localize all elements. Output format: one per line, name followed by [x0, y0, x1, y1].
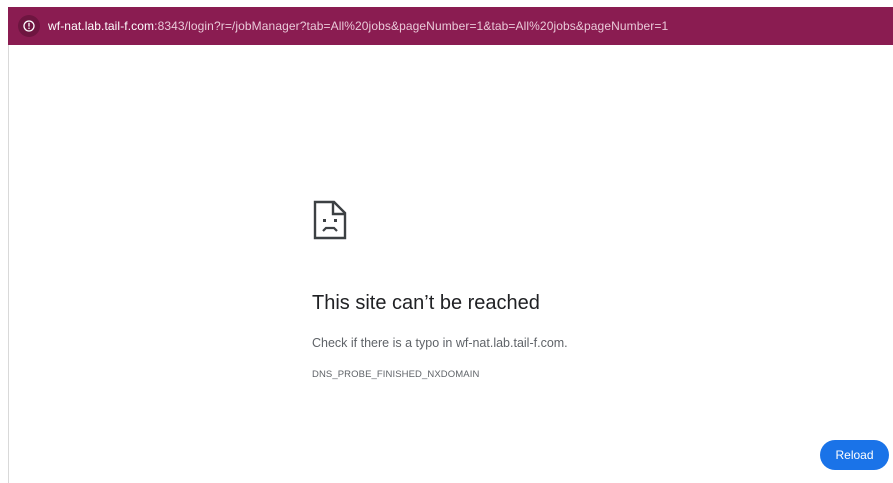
error-title: This site can’t be reached	[312, 292, 540, 314]
error-content: This site can’t be reached Check if ther…	[312, 200, 732, 380]
error-code: DNS_PROBE_FINISHED_NXDOMAIN	[312, 369, 480, 380]
error-message: Check if there is a typo in wf-nat.lab.t…	[312, 336, 568, 350]
browser-window: wf-nat.lab.tail-f.com:8343/login?r=/jobM…	[0, 0, 893, 483]
url-path: :8343/login?r=/jobManager?tab=All%20jobs…	[154, 19, 669, 33]
url-text[interactable]: wf-nat.lab.tail-f.com:8343/login?r=/jobM…	[48, 19, 668, 33]
address-bar[interactable]: wf-nat.lab.tail-f.com:8343/login?r=/jobM…	[8, 7, 893, 45]
content-divider	[8, 45, 9, 483]
reload-button[interactable]: Reload	[820, 440, 889, 470]
sad-file-icon	[313, 200, 347, 240]
url-host: wf-nat.lab.tail-f.com	[48, 19, 155, 33]
info-icon[interactable]	[18, 15, 40, 37]
